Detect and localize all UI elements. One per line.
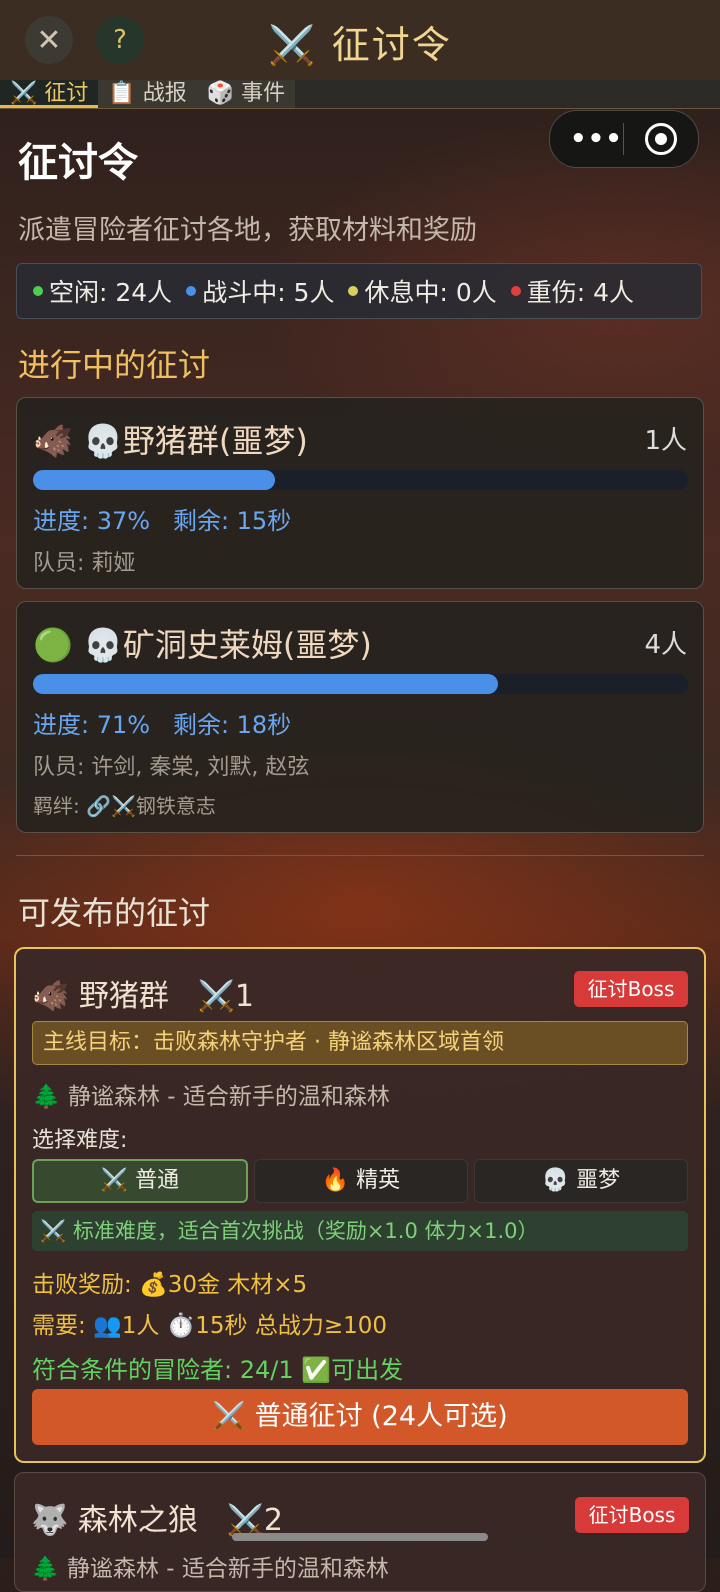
boss-badge: 征讨Boss: [574, 971, 688, 1007]
available-section-title: 可发布的征讨: [18, 894, 211, 932]
page-description: 派遣冒险者征讨各地，获取材料和奖励: [18, 215, 477, 246]
progress-fill: [33, 470, 276, 490]
wolf-icon: 🐺: [31, 1503, 69, 1538]
ongoing-section-title: 进行中的征讨: [18, 346, 211, 384]
slime-icon: 🟢: [33, 626, 73, 664]
difficulty-label: 选择难度:: [32, 1128, 128, 1153]
status-fighting: 战斗中: 5人: [202, 278, 335, 307]
tab-events[interactable]: 🎲 事件: [196, 80, 296, 108]
progress-bar: [33, 674, 688, 694]
difficulty-nightmare-button[interactable]: 💀 噩梦: [474, 1159, 688, 1203]
quest-rewards: 击败奖励: 💰30金 木材×5: [32, 1272, 308, 1298]
mission-bond: 羁绊: 🔗⚔️钢铁意志: [33, 794, 216, 818]
remaining-time: 剩余: 15秒: [172, 507, 292, 535]
mission-title: 🟢 💀矿洞史莱姆(噩梦): [33, 620, 372, 666]
ongoing-mission-card[interactable]: 🐗 💀野猪群(噩梦) 1人 进度: 37% 剩余: 15秒 队员: 莉娅: [16, 397, 704, 589]
mission-title: 🐗 💀野猪群(噩梦): [33, 416, 308, 462]
mission-member-count: 1人: [644, 426, 687, 456]
exit-target-icon[interactable]: [645, 123, 677, 155]
section-divider: [16, 855, 704, 856]
quest-name: 森林之狼: [77, 1503, 198, 1538]
mission-name: 💀野猪群(噩梦): [83, 422, 308, 460]
tab-expedition[interactable]: ⚔️ 征讨: [0, 80, 99, 108]
injured-dot-icon: [510, 286, 521, 296]
ongoing-mission-card[interactable]: 🟢 💀矿洞史莱姆(噩梦) 4人 进度: 71% 剩余: 18秒 队员: 许剑, …: [16, 601, 704, 833]
page-header-title: ⚔️ 征讨令: [268, 23, 452, 67]
resting-dot-icon: [348, 286, 359, 296]
quest-requirements: 需要: 👥1人 ⏱️15秒 总战力≥100: [32, 1313, 388, 1339]
idle-dot-icon: [33, 286, 43, 296]
launch-expedition-button[interactable]: ⚔️ 普通征讨 (24人可选): [32, 1389, 688, 1445]
mission-members: 队员: 莉娅: [33, 551, 136, 576]
boss-badge: 征讨Boss: [575, 1497, 689, 1533]
progress-text: 进度: 37% 剩余: 15秒: [33, 501, 291, 536]
more-icon[interactable]: •••: [570, 124, 623, 154]
quest-title: 🐗 野猪群 ⚔️1: [32, 971, 254, 1015]
boar-icon: 🐗: [32, 979, 70, 1014]
progress-text: 进度: 71% 剩余: 18秒: [33, 705, 291, 740]
mission-members: 队员: 许剑, 秦棠, 刘默, 赵弦: [33, 755, 310, 780]
capsule-divider: [623, 123, 624, 155]
home-indicator[interactable]: [232, 1533, 488, 1541]
adventurer-status-bar: 空闲: 24人 战斗中: 5人 休息中: 0人 重伤: 4人: [16, 263, 702, 319]
available-quest-card[interactable]: 🐗 野猪群 ⚔️1 征讨Boss 主线目标：击败森林守护者 · 静谧森林区域首领…: [14, 947, 706, 1463]
difficulty-selector: ⚔️ 普通 🔥 精英 💀 噩梦: [32, 1159, 688, 1203]
progress-bar: [33, 470, 688, 490]
main-objective: 主线目标：击败森林守护者 · 静谧森林区域首领: [32, 1021, 688, 1065]
difficulty-elite-button[interactable]: 🔥 精英: [254, 1159, 468, 1203]
eligible-adventurers: 符合条件的冒险者: 24/1 ✅可出发: [32, 1356, 404, 1384]
quest-location: 🌲 静谧森林 - 适合新手的温和森林: [32, 1084, 390, 1110]
fighting-dot-icon: [186, 286, 197, 296]
mission-member-count: 4人: [644, 630, 687, 660]
quest-level: ⚔️1: [197, 979, 254, 1014]
progress-percent: 进度: 37%: [33, 507, 151, 535]
status-injured: 重伤: 4人: [526, 278, 635, 307]
mission-name: 💀矿洞史莱姆(噩梦): [83, 626, 372, 664]
progress-percent: 进度: 71%: [33, 711, 151, 739]
miniprogram-capsule: •••: [549, 110, 699, 168]
available-quest-card[interactable]: 🐺 森林之狼 ⚔️2 征讨Boss 🌲 静谧森林 - 适合新手的温和森林: [14, 1472, 706, 1592]
status-idle: 空闲: 24人: [49, 278, 173, 307]
difficulty-note: ⚔️ 标准难度，适合首次挑战（奖励×1.0 体力×1.0）: [32, 1211, 688, 1251]
quest-name: 野猪群: [78, 979, 169, 1014]
remaining-time: 剩余: 18秒: [172, 711, 292, 739]
page-title: 征讨令: [18, 140, 138, 186]
quest-location: 🌲 静谧森林 - 适合新手的温和森林: [31, 1556, 389, 1582]
tab-bar: ⚔️ 征讨 📋 战报 🎲 事件: [0, 80, 720, 109]
boar-icon: 🐗: [33, 422, 73, 460]
progress-fill: [33, 674, 499, 694]
status-resting: 休息中: 0人: [364, 278, 497, 307]
tab-battle-report[interactable]: 📋 战报: [98, 80, 197, 108]
difficulty-normal-button[interactable]: ⚔️ 普通: [32, 1159, 248, 1203]
top-bar: ✕ ? ⚔️ 征讨令: [0, 0, 720, 82]
